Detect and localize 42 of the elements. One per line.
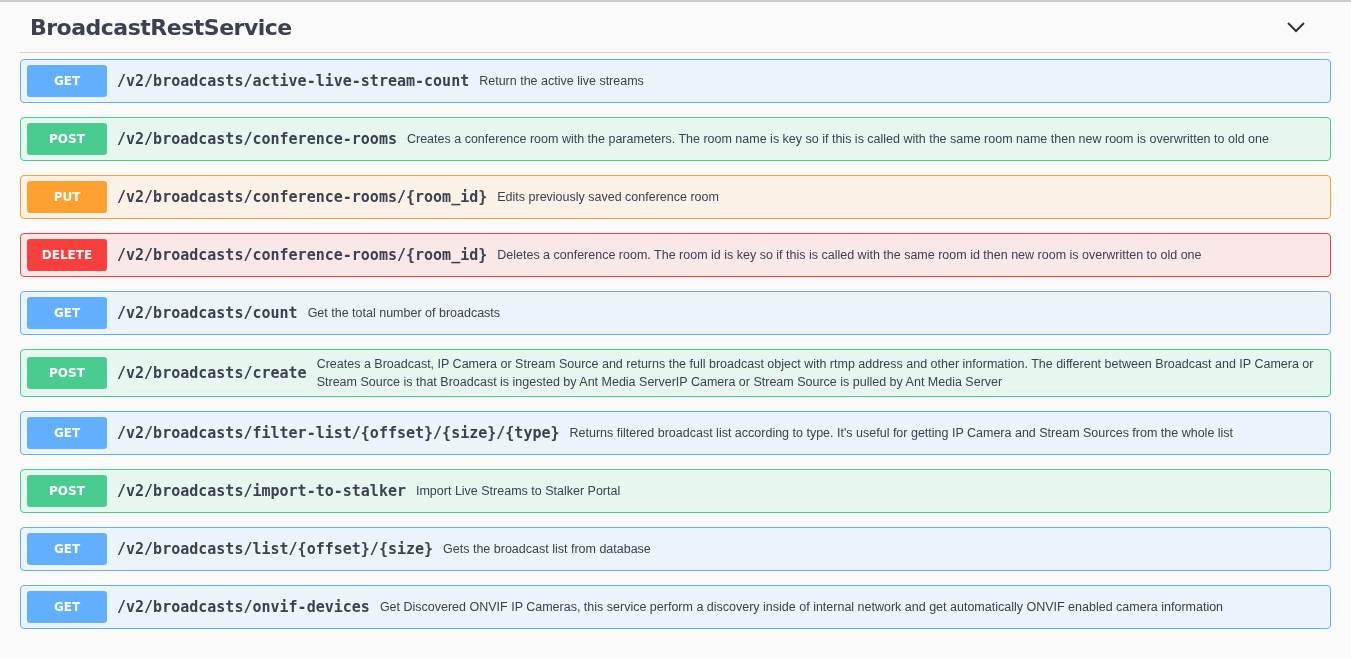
operation-row[interactable]: POST /v2/broadcasts/import-to-stalker Import Live Streams to Stalker Portal xyxy=(20,469,1331,513)
section-title[interactable]: BroadcastRestService xyxy=(30,14,292,40)
method-badge: GET xyxy=(27,297,107,329)
operation-row[interactable]: DELETE /v2/broadcasts/conference-rooms/{room_id} Deletes a conference room. The room id is key so if this is called with the same room id then new room is overwritten to old one xyxy=(20,233,1331,277)
endpoint-path: /v2/broadcasts/conference-rooms xyxy=(117,130,397,148)
method-badge: POST xyxy=(27,357,107,389)
operation-row[interactable]: POST /v2/broadcasts/conference-rooms Creates a conference room with the parameters. The room name is key so if this is called with the same room name then new room is overwritten to old one xyxy=(20,117,1331,161)
endpoint-summary: Creates a conference room with the parameters. The room name is key so if this is called with the same room name then new room is overwritten to old one xyxy=(406,131,1270,148)
method-badge: GET xyxy=(27,65,107,97)
operation-row[interactable]: GET /v2/broadcasts/active-live-stream-count Return the active live streams xyxy=(20,59,1331,103)
endpoint-path: /v2/broadcasts/create xyxy=(117,364,307,382)
endpoint-summary: Return the active live streams xyxy=(479,73,645,90)
endpoint-path: /v2/broadcasts/import-to-stalker xyxy=(117,482,406,500)
operation-row[interactable] xyxy=(20,349,1331,397)
endpoint-path: /v2/broadcasts/onvif-devices xyxy=(117,598,370,616)
chevron-down-icon[interactable] xyxy=(1286,21,1306,33)
operation-row[interactable]: GET /v2/broadcasts/list/{offset}/{size} Gets the broadcast list from database xyxy=(20,527,1331,571)
endpoint-path: /v2/broadcasts/filter-list/{offset}/{size}/{type} xyxy=(117,424,560,442)
endpoint-path: /v2/broadcasts/count xyxy=(117,304,298,322)
endpoint-path: /v2/broadcasts/conference-rooms/{room_id} xyxy=(117,188,488,206)
method-badge: POST xyxy=(27,475,107,507)
operation-row[interactable]: GET /v2/broadcasts/count Get the total number of broadcasts xyxy=(20,291,1331,335)
endpoint-summary: Creates a Broadcast, IP Camera or Stream Source and returns the full broadcast object with rtmp address and other information. The different between Broadcast and IP Camera or Stream Source is that Broadcast is ingested by Ant Media ServerIP Camera or Stream Source is pulled by Ant Media Server xyxy=(316,356,1315,391)
method-badge: POST xyxy=(27,123,107,155)
endpoint-summary: Get Discovered ONVIF IP Cameras, this service perform a discovery inside of internal network and get automatically ONVIF enabled camera information xyxy=(379,599,1225,616)
endpoint-summary: Gets the broadcast list from database xyxy=(443,541,652,558)
method-badge: PUT xyxy=(27,181,107,213)
endpoint-summary: Get the total number of broadcasts xyxy=(307,305,502,322)
endpoint-summary: Import Live Streams to Stalker Portal xyxy=(416,483,622,500)
endpoint-path: /v2/broadcasts/conference-rooms/{room_id} xyxy=(117,246,488,264)
endpoint-summary: Returns filtered broadcast list according to type. It's useful for getting IP Camera and Stream Sources from the whole list xyxy=(569,425,1235,442)
endpoint-path: /v2/broadcasts/list/{offset}/{size} xyxy=(117,540,434,558)
operation-row[interactable]: GET /v2/broadcasts/onvif-devices Get Discovered ONVIF IP Cameras, this service perform a discovery inside of internal network and get automatically ONVIF enabled camera information xyxy=(20,585,1331,629)
method-badge: GET xyxy=(27,591,107,623)
endpoint-summary: Deletes a conference room. The room id is key so if this is called with the same room id then new room is overwritten to old one xyxy=(497,247,1203,264)
method-badge: GET xyxy=(27,533,107,565)
endpoint-path: /v2/broadcasts/active-live-stream-count xyxy=(117,72,470,90)
method-badge: DELETE xyxy=(27,239,107,271)
operation-row[interactable]: GET /v2/broadcasts/filter-list/{offset}/{size}/{type} Returns filtered broadcast list according to type. It's useful for getting IP Camera and Stream Sources from the whole list xyxy=(20,411,1331,455)
method-badge: GET xyxy=(27,417,107,449)
endpoint-summary: Edits previously saved conference room xyxy=(497,189,720,206)
operation-row[interactable]: PUT /v2/broadcasts/conference-rooms/{room_id} Edits previously saved conference room xyxy=(20,175,1331,219)
